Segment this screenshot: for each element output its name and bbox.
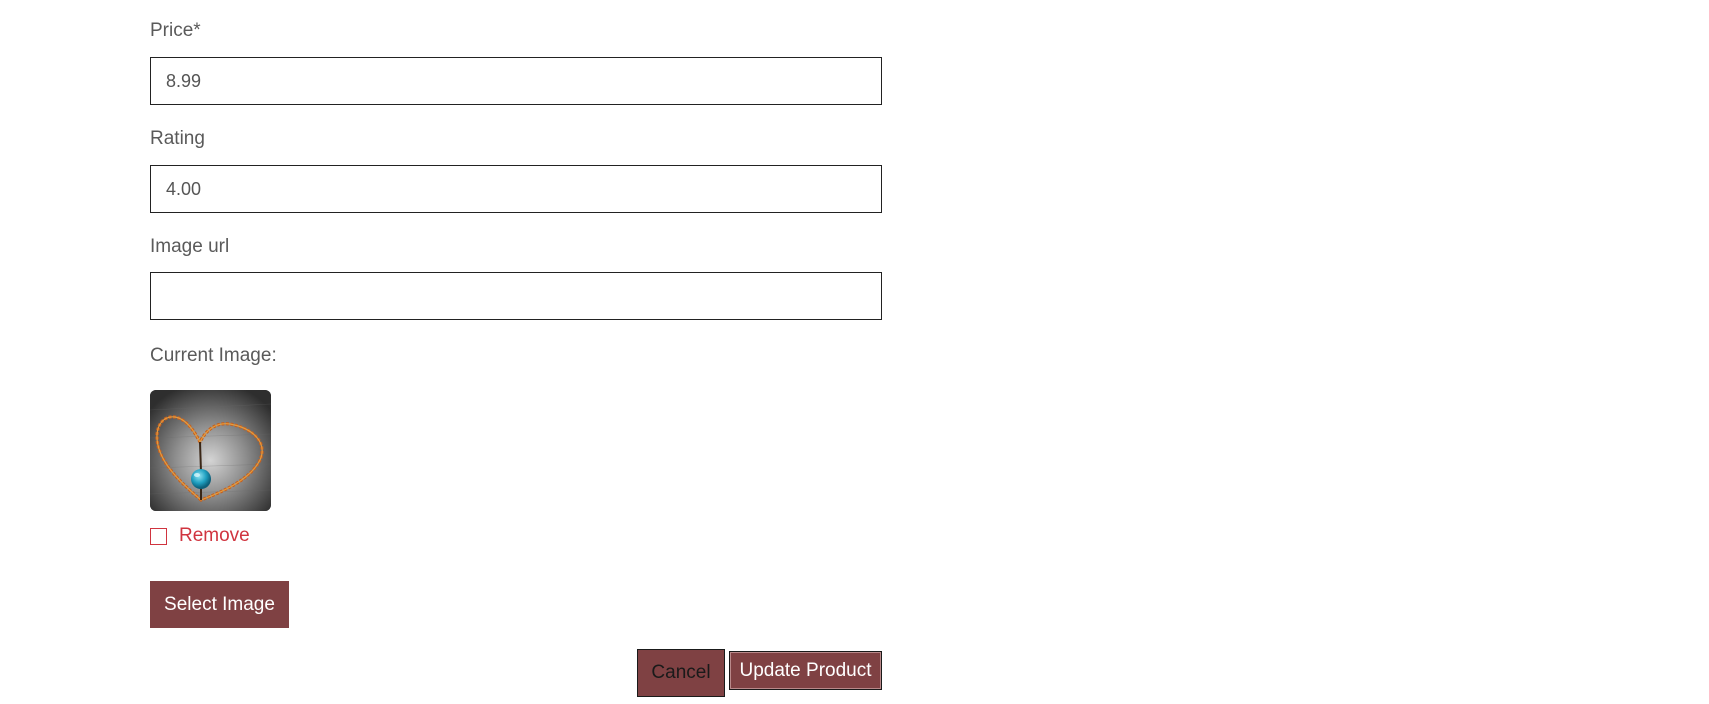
- necklace-image: [150, 390, 271, 511]
- cancel-button[interactable]: Cancel: [637, 649, 725, 697]
- remove-checkbox[interactable]: [150, 527, 167, 545]
- current-image-thumbnail: [150, 390, 271, 511]
- rating-label: Rating: [150, 128, 205, 149]
- remove-label[interactable]: Remove: [179, 525, 250, 547]
- current-image-label: Current Image:: [150, 345, 277, 366]
- rating-input[interactable]: [150, 165, 882, 213]
- remove-image-row[interactable]: Remove: [150, 525, 250, 547]
- price-label: Price*: [150, 20, 201, 41]
- image-url-label: Image url: [150, 236, 230, 257]
- select-image-button[interactable]: Select Image: [150, 581, 289, 628]
- image-url-input[interactable]: [150, 272, 882, 320]
- price-input[interactable]: [150, 57, 882, 105]
- update-product-button[interactable]: Update Product: [729, 651, 882, 690]
